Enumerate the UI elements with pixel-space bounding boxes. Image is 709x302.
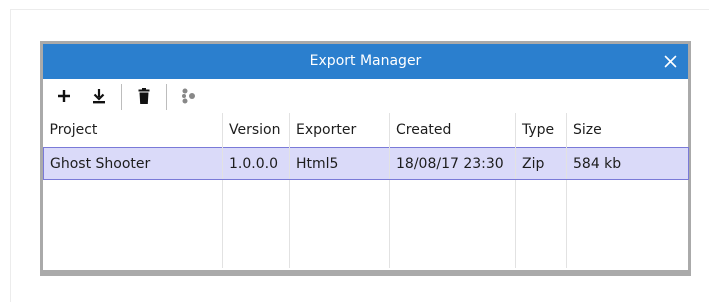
dots-cluster-icon <box>182 88 195 104</box>
column-header-project[interactable]: Project <box>44 113 223 148</box>
cell-exporter: Html5 <box>289 147 390 180</box>
empty-table-area <box>44 179 689 268</box>
plus-icon <box>58 90 70 102</box>
cell-project: Ghost Shooter <box>43 147 223 180</box>
column-header-type[interactable]: Type <box>515 113 567 148</box>
toolbar-separator <box>121 84 122 110</box>
cell-size: 584 kb <box>566 147 689 180</box>
settings-button[interactable] <box>176 84 200 108</box>
delete-button[interactable] <box>132 84 156 108</box>
table-row[interactable]: Ghost Shooter 1.0.0.0 Html5 18/08/17 23:… <box>43 147 689 180</box>
exports-table: Project Version Exporter Created Type Si… <box>43 113 689 268</box>
column-header-created[interactable]: Created <box>389 113 516 148</box>
export-manager-window: Export Manager Project Version Exporter … <box>40 41 691 276</box>
download-icon <box>93 89 105 104</box>
download-button[interactable] <box>87 84 111 108</box>
window-body: Project Version Exporter Created Type Si… <box>43 79 689 270</box>
trash-icon <box>138 88 150 104</box>
close-icon <box>664 55 676 68</box>
close-button[interactable] <box>656 48 684 75</box>
toolbar <box>43 79 688 113</box>
cell-created: 18/08/17 23:30 <box>389 147 516 180</box>
column-header-exporter[interactable]: Exporter <box>289 113 390 148</box>
cell-version: 1.0.0.0 <box>222 147 290 180</box>
title-bar[interactable]: Export Manager <box>43 44 688 79</box>
cell-type: Zip <box>515 147 567 180</box>
toolbar-separator <box>166 84 167 110</box>
window-title: Export Manager <box>309 53 422 69</box>
column-header-version[interactable]: Version <box>222 113 290 148</box>
add-button[interactable] <box>52 84 76 108</box>
column-header-size[interactable]: Size <box>566 113 689 148</box>
table-header-row: Project Version Exporter Created Type Si… <box>44 113 689 148</box>
